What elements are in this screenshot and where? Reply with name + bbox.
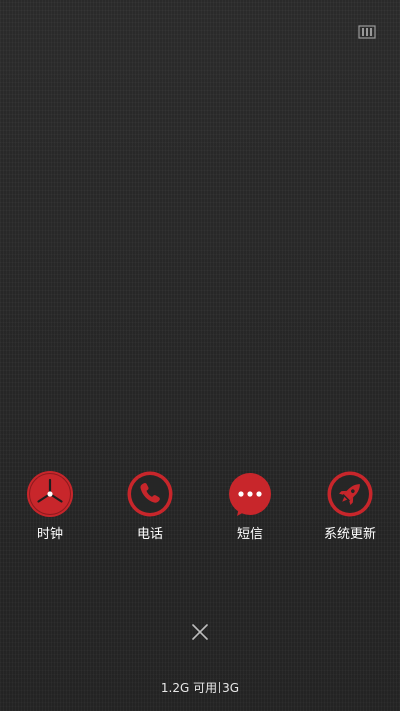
app-label-clock: 时钟: [36, 527, 63, 542]
rocket-icon: [327, 471, 373, 517]
app-clock[interactable]: 时钟: [0, 470, 100, 543]
memory-available: 1.2G 可用: [160, 681, 218, 695]
app-messages[interactable]: 短信: [200, 470, 300, 543]
memory-status: 1.2G 可用 3G: [0, 681, 400, 695]
app-phone[interactable]: 电话: [100, 470, 200, 543]
app-label-messages: 短信: [236, 527, 263, 542]
app-label-phone: 电话: [136, 527, 163, 542]
recent-apps-screen: 时钟 电话 短信 系统更新 1.2G 可用 3G: [0, 0, 400, 711]
app-system-update[interactable]: 系统更新: [300, 470, 400, 543]
network-type: 3G: [222, 681, 240, 695]
clock-icon: [27, 471, 73, 517]
phone-icon: [127, 471, 173, 517]
app-label-system-update: 系统更新: [323, 527, 376, 542]
app-shortcut-row: 时钟 电话 短信 系统更新: [0, 470, 400, 550]
divider: [219, 682, 221, 693]
close-icon[interactable]: [188, 620, 212, 644]
message-icon: [229, 473, 271, 516]
lock-screen-icon[interactable]: [358, 24, 376, 40]
